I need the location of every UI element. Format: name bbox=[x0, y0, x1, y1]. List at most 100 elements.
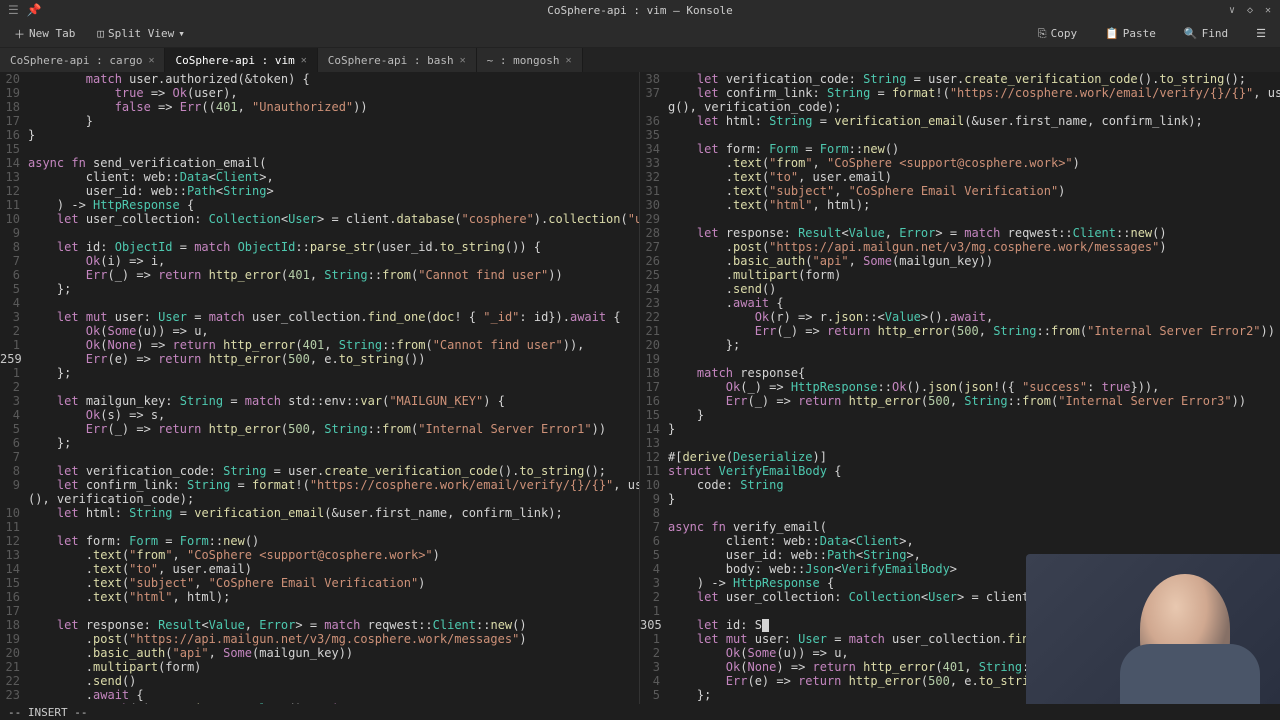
code-line: 3 let mut user: User = match user_collec… bbox=[0, 310, 639, 324]
tab-label: CoSphere-api : vim bbox=[175, 54, 294, 67]
code-text: false => Err((401, "Unauthorized")) bbox=[28, 100, 639, 114]
line-number: 6 bbox=[0, 268, 28, 282]
code-text: .await { bbox=[28, 688, 639, 702]
code-text: Ok(None) => return http_error(401, Strin… bbox=[28, 338, 639, 352]
line-number: 1 bbox=[640, 604, 668, 618]
line-number: 20 bbox=[0, 646, 28, 660]
code-line: 5 }; bbox=[0, 282, 639, 296]
tab-label: ~ : mongosh bbox=[487, 54, 560, 67]
code-line: 2 bbox=[0, 380, 639, 394]
line-number: 4 bbox=[640, 562, 668, 576]
code-text: Ok(r) => r.json::<Value>().await, bbox=[668, 310, 1280, 324]
copy-button[interactable]: ⎘ Copy bbox=[1030, 25, 1085, 43]
code-text: } bbox=[668, 422, 1280, 436]
code-text bbox=[28, 226, 639, 240]
code-text: }; bbox=[28, 436, 639, 450]
line-number: 2 bbox=[0, 380, 28, 394]
code-line: 20 }; bbox=[640, 338, 1280, 352]
code-line: 20 .basic_auth("api", Some(mailgun_key)) bbox=[0, 646, 639, 660]
tab-close-icon[interactable]: ✕ bbox=[148, 55, 154, 66]
code-line: 21 Err(_) => return http_error(500, Stri… bbox=[640, 324, 1280, 338]
tab-close-icon[interactable]: ✕ bbox=[301, 55, 307, 66]
hamburger-menu[interactable]: ☰ bbox=[1248, 25, 1274, 42]
line-number: 17 bbox=[0, 114, 28, 128]
code-text: .post("https://api.mailgun.net/v3/mg.cos… bbox=[28, 632, 639, 646]
code-text: } bbox=[668, 408, 1280, 422]
minimize-button[interactable]: ∨ bbox=[1224, 2, 1240, 18]
code-line: 24 .send() bbox=[640, 282, 1280, 296]
code-text: } bbox=[668, 492, 1280, 506]
close-button[interactable]: ✕ bbox=[1260, 2, 1276, 18]
line-number: 38 bbox=[640, 72, 668, 86]
line-number: 19 bbox=[0, 632, 28, 646]
code-text: Err(_) => return http_error(500, String:… bbox=[28, 422, 639, 436]
code-line: 8 let verification_code: String = user.c… bbox=[0, 464, 639, 478]
code-text: Err(_) => return http_error(401, String:… bbox=[28, 268, 639, 282]
code-text: (), verification_code); bbox=[28, 492, 639, 506]
code-line: 13 .text("from", "CoSphere <support@cosp… bbox=[0, 548, 639, 562]
line-number: 4 bbox=[640, 674, 668, 688]
line-number: 26 bbox=[640, 254, 668, 268]
code-line: 32 .text("to", user.email) bbox=[640, 170, 1280, 184]
code-text: .text("to", user.email) bbox=[668, 170, 1280, 184]
code-line: 14async fn send_verification_email( bbox=[0, 156, 639, 170]
code-line: 29 bbox=[640, 212, 1280, 226]
find-button[interactable]: 🔍 Find bbox=[1176, 25, 1236, 42]
line-number: 31 bbox=[640, 184, 668, 198]
maximize-button[interactable]: ◇ bbox=[1242, 2, 1258, 18]
line-number: 13 bbox=[0, 170, 28, 184]
code-text: let response: Result<Value, Error> = mat… bbox=[668, 226, 1280, 240]
line-number: 13 bbox=[0, 548, 28, 562]
split-view-button[interactable]: ◫ Split View ▾ bbox=[89, 25, 192, 42]
chevron-down-icon: ▾ bbox=[178, 27, 185, 40]
line-number: 20 bbox=[0, 72, 28, 86]
code-text: let id: ObjectId = match ObjectId::parse… bbox=[28, 240, 639, 254]
tab-1[interactable]: CoSphere-api : vim ✕ bbox=[165, 48, 317, 72]
line-number: 11 bbox=[0, 198, 28, 212]
tab-0[interactable]: CoSphere-api : cargo✕ bbox=[0, 48, 165, 72]
tab-close-icon[interactable]: ✕ bbox=[565, 55, 571, 66]
code-text: Ok(r) => r.json::<Value>().await, bbox=[28, 702, 639, 704]
line-number: 6 bbox=[0, 436, 28, 450]
titlebar: ☰ 📌 CoSphere-api : vim — Konsole ∨ ◇ ✕ bbox=[0, 0, 1280, 20]
pin-icon[interactable]: 📌 bbox=[27, 3, 42, 17]
paste-button[interactable]: 📋 Paste bbox=[1097, 25, 1164, 42]
code-line: 2 Ok(Some(u)) => u, bbox=[0, 324, 639, 338]
code-line: 16 .text("html", html); bbox=[0, 590, 639, 604]
line-number: 7 bbox=[640, 520, 668, 534]
code-text: .basic_auth("api", Some(mailgun_key)) bbox=[28, 646, 639, 660]
line-number: 16 bbox=[0, 590, 28, 604]
line-number: 14 bbox=[640, 422, 668, 436]
code-text: struct VerifyEmailBody { bbox=[668, 464, 1280, 478]
new-tab-button[interactable]: ＋ New Tab bbox=[6, 24, 83, 44]
code-line: 13 client: web::Data<Client>, bbox=[0, 170, 639, 184]
line-number: 18 bbox=[640, 366, 668, 380]
line-number: 4 bbox=[0, 296, 28, 310]
code-text: client: web::Data<Client>, bbox=[28, 170, 639, 184]
line-number: 4 bbox=[0, 408, 28, 422]
tab-3[interactable]: ~ : mongosh ✕ bbox=[477, 48, 583, 72]
code-line: 259 Err(e) => return http_error(500, e.t… bbox=[0, 352, 639, 366]
code-line: 8 let id: ObjectId = match ObjectId::par… bbox=[0, 240, 639, 254]
line-number: 30 bbox=[640, 198, 668, 212]
line-number: 36 bbox=[640, 114, 668, 128]
line-number: 1 bbox=[640, 632, 668, 646]
code-text: .await { bbox=[668, 296, 1280, 310]
editor-pane-left[interactable]: 20 match user.authorized(&token) {19 tru… bbox=[0, 72, 640, 704]
code-line: 38 let verification_code: String = user.… bbox=[640, 72, 1280, 86]
code-text: let html: String = verification_email(&u… bbox=[668, 114, 1280, 128]
code-text: code: String bbox=[668, 478, 1280, 492]
app-menu-icon[interactable]: ☰ bbox=[8, 3, 19, 17]
line-number: 15 bbox=[0, 576, 28, 590]
line-number: 6 bbox=[640, 534, 668, 548]
line-number: 20 bbox=[640, 338, 668, 352]
code-line: 10 let html: String = verification_email… bbox=[0, 506, 639, 520]
code-text: .text("subject", "CoSphere Email Verific… bbox=[668, 184, 1280, 198]
tab-2[interactable]: CoSphere-api : bash✕ bbox=[318, 48, 477, 72]
line-number: 22 bbox=[640, 310, 668, 324]
line-number: 14 bbox=[0, 562, 28, 576]
code-line: 17 Ok(_) => HttpResponse::Ok().json(json… bbox=[640, 380, 1280, 394]
line-number: 15 bbox=[0, 142, 28, 156]
tab-close-icon[interactable]: ✕ bbox=[460, 55, 466, 66]
code-text: } bbox=[28, 114, 639, 128]
